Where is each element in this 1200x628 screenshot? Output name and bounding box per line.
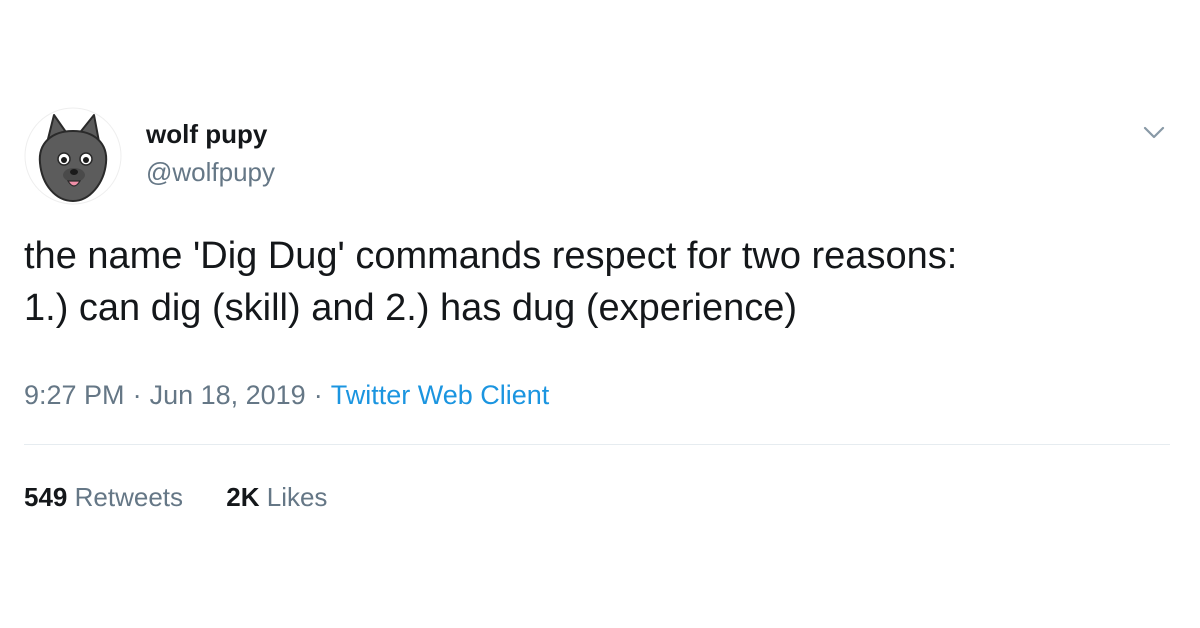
likes-label: Likes <box>266 482 328 512</box>
retweets-stat[interactable]: 549 Retweets <box>24 480 183 514</box>
chevron-down-icon[interactable] <box>1140 118 1168 146</box>
tweet-source-link[interactable]: Twitter Web Client <box>331 380 550 410</box>
separator-dot: · <box>313 380 323 410</box>
wolf-pup-avatar-icon <box>24 107 122 205</box>
tweet-time[interactable]: 9:27 PM <box>24 380 125 410</box>
tweet-text-line: 1.) can dig (skill) and 2.) has dug (exp… <box>24 287 798 329</box>
retweets-label: Retweets <box>74 482 184 512</box>
likes-count: 2K <box>226 482 260 512</box>
user-handle[interactable]: @wolfpupy <box>146 156 275 188</box>
divider <box>24 444 1170 445</box>
likes-stat[interactable]: 2K Likes <box>226 480 327 514</box>
tweet-metadata: 9:27 PM · Jun 18, 2019 · Twitter Web Client <box>24 378 549 412</box>
tweet-text-line: the name 'Dig Dug' commands respect for … <box>24 235 958 277</box>
tweet-stats: 549 Retweets 2K Likes <box>24 480 363 514</box>
avatar[interactable] <box>24 107 122 205</box>
separator-dot: · <box>132 380 142 410</box>
tweet-date[interactable]: Jun 18, 2019 <box>150 380 306 410</box>
tweet-card: wolf pupy @wolfpupy the name 'Dig Dug' c… <box>0 0 1200 628</box>
display-name[interactable]: wolf pupy <box>146 118 267 150</box>
tweet-text: the name 'Dig Dug' commands respect for … <box>24 230 1184 334</box>
retweets-count: 549 <box>24 482 68 512</box>
